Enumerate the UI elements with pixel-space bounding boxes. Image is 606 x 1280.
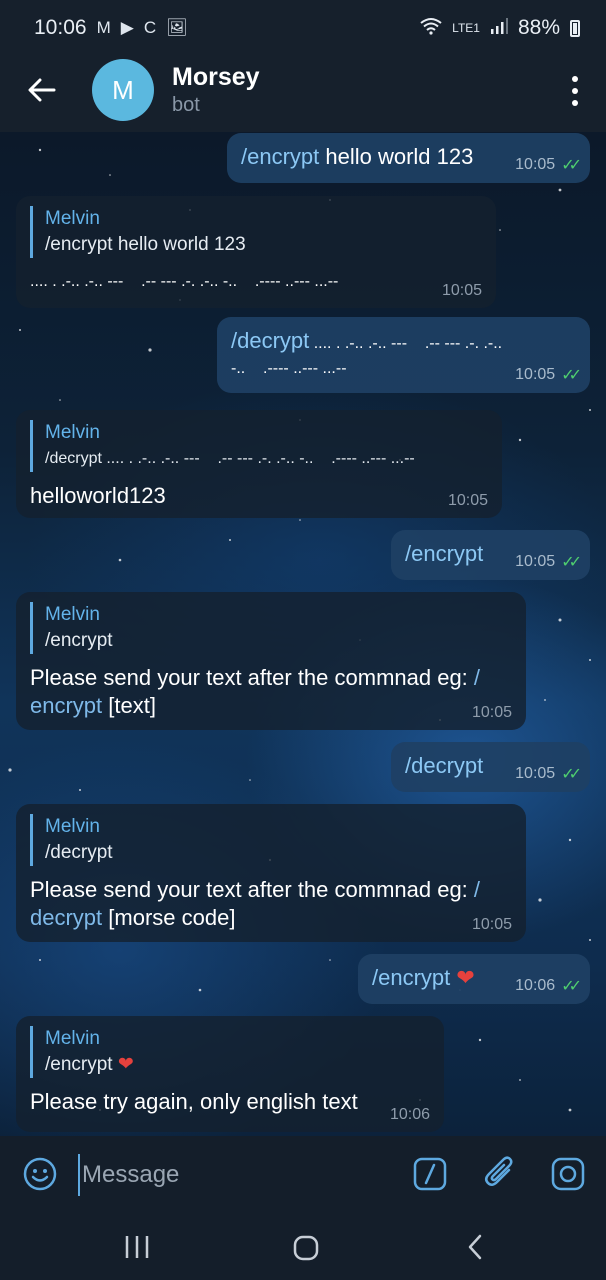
incoming-message[interactable]: Melvin /decrypt .... . .-.. .-.. --- .--… bbox=[16, 410, 502, 518]
message-text: helloworld123 bbox=[30, 483, 166, 508]
message-time: 10:05 bbox=[471, 916, 512, 933]
incoming-message[interactable]: Melvin /encrypt hello world 123 .... . .… bbox=[16, 196, 496, 308]
reply-quote[interactable]: Melvin /encrypt ❤ bbox=[30, 1026, 430, 1078]
reply-quote[interactable]: Melvin /decrypt bbox=[30, 814, 512, 866]
message-input[interactable] bbox=[78, 1154, 384, 1196]
reply-quote[interactable]: Melvin /decrypt .... . .-.. .-.. --- .--… bbox=[30, 420, 488, 472]
message-time: 10:05 ✓✓ bbox=[515, 156, 582, 174]
sync-icon: C bbox=[143, 18, 157, 37]
bot-commands-icon[interactable] bbox=[412, 1156, 448, 1192]
message-time: 10:05 ✓✓ bbox=[515, 553, 582, 571]
outgoing-message[interactable]: /encrypt hello world 123 10:05 ✓✓ bbox=[227, 133, 590, 183]
chat-subtitle: bot bbox=[172, 94, 200, 116]
reply-quote[interactable]: Melvin /encrypt hello world 123 bbox=[30, 206, 482, 258]
double-check-icon: ✓✓ bbox=[561, 554, 582, 571]
double-check-icon: ✓✓ bbox=[561, 367, 582, 384]
reply-author: Melvin bbox=[45, 1028, 100, 1049]
outgoing-message[interactable]: /decrypt .... . .-.. .-.. --- .-- --- .-… bbox=[217, 317, 590, 393]
message-time: 10:05 bbox=[471, 704, 512, 721]
message-time: 10:05 bbox=[441, 282, 482, 299]
avatar[interactable]: M bbox=[92, 59, 154, 121]
home-icon[interactable] bbox=[292, 1234, 320, 1262]
message-time: 10:05 ✓✓ bbox=[515, 366, 582, 384]
reply-text: /decrypt .... . .-.. .-.. --- .-- --- .-… bbox=[45, 450, 415, 467]
reply-text: /encrypt bbox=[45, 1054, 113, 1075]
message-time: 10:05 bbox=[447, 492, 488, 509]
incoming-message[interactable]: Melvin /encrypt ❤ Please try again, only… bbox=[16, 1016, 444, 1132]
system-navigation-bar bbox=[0, 1214, 606, 1280]
outgoing-message[interactable]: /encrypt ❤ 10:06 ✓✓ bbox=[358, 954, 590, 1004]
command-text[interactable]: /encrypt bbox=[405, 541, 483, 566]
wifi-icon bbox=[420, 17, 442, 40]
message-text-cont: [text] bbox=[102, 693, 156, 718]
image-icon: 🖼 bbox=[166, 18, 188, 37]
play-store-icon: ▶ bbox=[120, 18, 134, 37]
message-time: 10:06 bbox=[389, 1106, 430, 1123]
reply-quote[interactable]: Melvin /encrypt bbox=[30, 602, 512, 654]
command-text[interactable]: /decrypt bbox=[405, 753, 483, 778]
message-text: Please try again, only english text bbox=[30, 1089, 358, 1114]
incoming-message[interactable]: Melvin /decrypt Please send your text af… bbox=[16, 804, 526, 942]
command-link[interactable]: / bbox=[474, 665, 480, 690]
nav-back-icon[interactable] bbox=[464, 1234, 488, 1260]
message-time: 10:05 ✓✓ bbox=[515, 765, 582, 783]
message-composer bbox=[0, 1136, 606, 1214]
gmail-icon: M bbox=[96, 18, 111, 37]
reply-text: /decrypt bbox=[45, 842, 113, 863]
double-check-icon: ✓✓ bbox=[561, 766, 582, 783]
more-options-icon[interactable] bbox=[570, 76, 580, 106]
message-text: hello world 123 bbox=[319, 144, 474, 169]
heart-emoji: ❤ bbox=[117, 1054, 134, 1075]
outgoing-message[interactable]: /decrypt 10:05 ✓✓ bbox=[391, 742, 590, 792]
reply-author: Melvin bbox=[45, 208, 100, 229]
battery-icon bbox=[570, 19, 580, 37]
chat-title: Morsey bbox=[172, 63, 260, 91]
command-link[interactable]: encrypt bbox=[30, 693, 102, 718]
status-time: 10:06 bbox=[34, 16, 87, 39]
lte-icon: LTE1 bbox=[452, 21, 480, 35]
message-text: Please send your text after the commnad … bbox=[30, 665, 474, 690]
command-text[interactable]: /encrypt bbox=[241, 144, 319, 169]
message-time: 10:06 ✓✓ bbox=[515, 977, 582, 995]
back-arrow-icon[interactable] bbox=[24, 72, 60, 108]
command-link[interactable]: decrypt bbox=[30, 905, 102, 930]
reply-author: Melvin bbox=[45, 604, 100, 625]
command-text[interactable]: /decrypt bbox=[231, 328, 309, 353]
chat-title-block[interactable]: Morsey bot bbox=[172, 63, 260, 117]
command-text[interactable]: /encrypt bbox=[372, 965, 450, 990]
signal-icon bbox=[490, 17, 508, 39]
heart-emoji: ❤ bbox=[456, 965, 475, 990]
message-text: .... . .-.. .-.. --- .-- --- .-. .-.. -.… bbox=[30, 273, 339, 290]
camera-icon[interactable] bbox=[550, 1156, 586, 1192]
emoji-icon[interactable] bbox=[22, 1156, 58, 1192]
reply-author: Melvin bbox=[45, 422, 100, 443]
chat-header: M Morsey bot bbox=[0, 48, 606, 132]
reply-text: /encrypt bbox=[45, 630, 113, 651]
reply-author: Melvin bbox=[45, 816, 100, 837]
incoming-message[interactable]: Melvin /encrypt Please send your text af… bbox=[16, 592, 526, 730]
battery-percent: 88% bbox=[517, 16, 560, 39]
message-text: .... . .-.. .-.. --- .-- --- .-. .-.. bbox=[309, 335, 503, 352]
command-link[interactable]: / bbox=[474, 877, 480, 902]
double-check-icon: ✓✓ bbox=[561, 978, 582, 995]
reply-text: /encrypt hello world 123 bbox=[45, 234, 246, 255]
attach-icon[interactable] bbox=[482, 1154, 518, 1192]
message-text-cont: [morse code] bbox=[102, 905, 236, 930]
message-text: Please send your text after the commnad … bbox=[30, 877, 474, 902]
recents-icon[interactable] bbox=[124, 1234, 150, 1260]
outgoing-message[interactable]: /encrypt 10:05 ✓✓ bbox=[391, 530, 590, 580]
double-check-icon: ✓✓ bbox=[561, 157, 582, 174]
